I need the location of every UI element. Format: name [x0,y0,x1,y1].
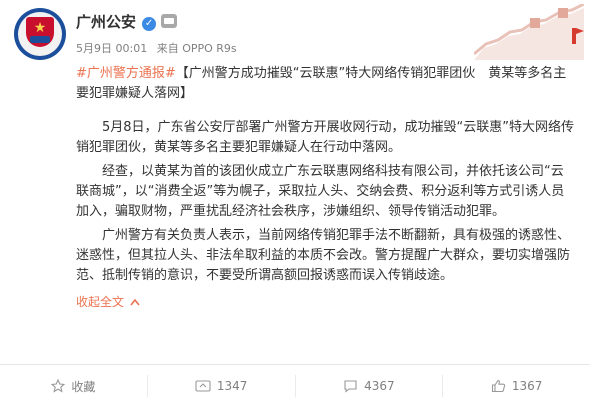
vip-icon[interactable] [161,14,178,28]
comment-count: 4367 [364,379,395,393]
repost-icon [195,380,211,392]
paragraph-2: 经查，以黄某为首的该团伙成立广东云联惠网络科技有限公司，并依托该公司“云联商城”… [76,164,565,219]
collapse-label: 收起全文 [76,295,125,309]
repost-button[interactable]: 1347 [148,375,296,397]
paragraph-3: 广州警方有关负责人表示，当前网络传销犯罪手法不断翻新，具有极强的诱惑性、迷惑性，… [76,228,571,283]
like-count: 1367 [511,379,543,393]
post-header: 广州公安 ✓ [76,11,178,32]
action-bar: 收藏 1347 4367 1367 [0,364,590,406]
author-name[interactable]: 广州公安 [76,13,136,31]
collapse-icon [130,298,140,306]
like-icon [491,379,505,393]
star-icon [51,379,66,393]
post-date[interactable]: 5月9日 00:01 [76,42,147,55]
favorite-button[interactable]: 收藏 [0,375,148,397]
post-meta: 5月9日 00:01 来自 OPPO R9s [76,40,243,56]
post-headline: #广州警方通报#【广州警方成功摧毁“云联惠”特大网络传销犯罪团伙 黄某等多名主要… [76,64,576,104]
great-wall-decoration-icon [474,4,584,60]
like-button[interactable]: 1367 [443,375,590,397]
hashtag-link[interactable]: #广州警方通报# [76,66,176,81]
post-source: 来自 OPPO R9s [156,42,237,55]
collapse-button[interactable]: 收起全文 [76,292,576,312]
avatar[interactable]: ★ [14,8,66,60]
paragraph-1: 5月8日，广东省公安厅部署广州警方开展收网行动，成功摧毁“云联惠”特大网络传销犯… [76,120,575,155]
comment-icon [344,380,357,393]
comment-button[interactable]: 4367 [296,375,444,397]
post-content: #广州警方通报#【广州警方成功摧毁“云联惠”特大网络传销犯罪团伙 黄某等多名主要… [76,64,576,312]
verified-badge-icon: ✓ [142,17,157,31]
favorite-label: 收藏 [71,379,96,394]
repost-count: 1347 [216,379,248,393]
weibo-post-card: ★ 广州公安 ✓ 5月9日 00:01 来自 OPPO R9s #广州警方通报#【… [0,0,590,405]
